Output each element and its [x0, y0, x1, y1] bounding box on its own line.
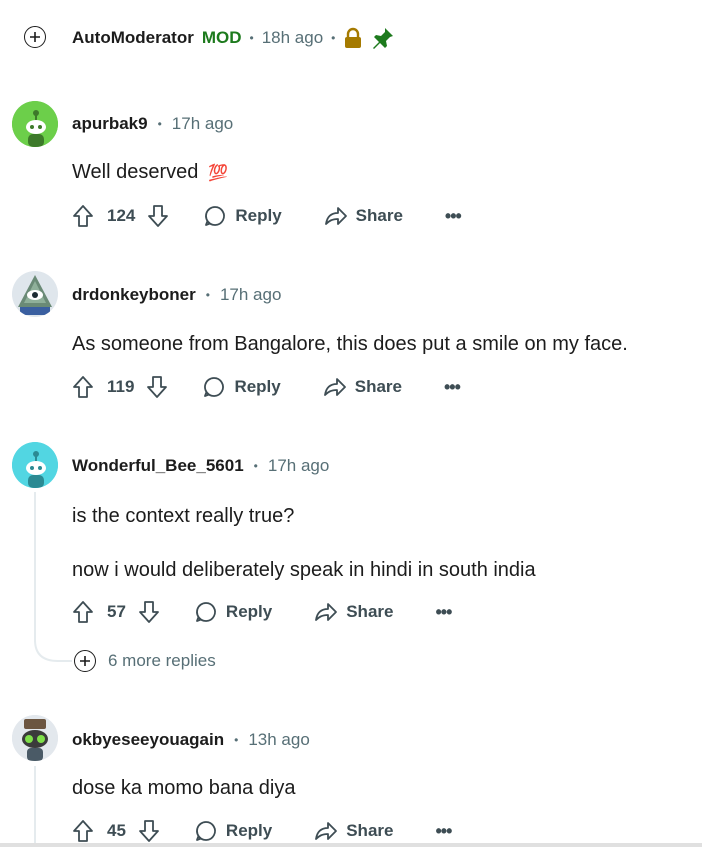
avatar[interactable] [12, 101, 58, 147]
reply-icon [204, 377, 225, 397]
comment-author[interactable]: Wonderful_Bee_5601 [72, 456, 244, 476]
avatar[interactable] [12, 442, 58, 488]
comment-author[interactable]: apurbak9 [72, 114, 148, 134]
more-replies-label: 6 more replies [108, 651, 216, 670]
eye-pyramid-avatar-icon [12, 271, 58, 317]
automod-header: AutoModerator MOD • 18h ago • [72, 26, 395, 50]
reply-button[interactable]: Reply [194, 600, 272, 624]
vote-count: 124 [107, 206, 136, 225]
comment-header: Wonderful_Bee_5601 • 17h ago [72, 456, 330, 476]
more-replies-button[interactable]: 6 more replies [74, 650, 216, 672]
comment-body: dose ka momo bana diya [72, 777, 296, 799]
expand-comment-button[interactable] [24, 26, 46, 48]
comment-body-line: is the context really true? [72, 505, 295, 527]
comment-time: 17h ago [171, 114, 234, 133]
vote-count: 119 [107, 377, 135, 396]
downvote-icon[interactable] [147, 204, 169, 228]
comment-actions: 57 Reply Share ••• [72, 600, 452, 624]
more-options-icon[interactable]: ••• [435, 602, 452, 623]
comment-author[interactable]: okbyeseeyouagain [72, 730, 224, 750]
comment-header: okbyeseeyouagain • 13h ago [72, 730, 310, 750]
reply-icon [196, 821, 216, 841]
share-button[interactable]: Share [314, 820, 393, 842]
comment-header: apurbak9 • 17h ago [72, 114, 234, 134]
cyan-snoo-avatar-icon [12, 442, 58, 488]
expand-replies-icon [74, 650, 96, 672]
comment-header: drdonkeyboner • 17h ago [72, 285, 282, 305]
vote-count: 45 [107, 821, 126, 840]
bottom-divider [0, 843, 702, 847]
downvote-icon[interactable] [146, 375, 168, 399]
pin-icon [373, 28, 394, 49]
comment-time: 13h ago [248, 730, 310, 749]
upvote-icon[interactable] [72, 600, 94, 624]
plus-icon [80, 656, 90, 666]
share-button[interactable]: Share [323, 376, 402, 398]
share-button[interactable]: Share [324, 205, 403, 227]
thread-curve [34, 640, 72, 662]
share-icon [324, 207, 347, 225]
comment-body: Well deserved 💯 [72, 161, 229, 183]
upvote-icon[interactable] [72, 819, 94, 843]
upvote-icon[interactable] [72, 204, 94, 228]
avatar[interactable] [12, 715, 58, 761]
reply-icon [196, 602, 216, 622]
snoo-goggles-avatar-icon [12, 715, 58, 761]
automod-author[interactable]: AutoModerator [72, 28, 194, 48]
plus-icon [30, 32, 40, 42]
comment-actions: 124 Reply Share ••• [72, 204, 462, 228]
more-options-icon[interactable]: ••• [435, 821, 452, 842]
share-icon [323, 378, 346, 396]
reply-button[interactable]: Reply [203, 204, 282, 228]
vote-count: 57 [107, 602, 126, 621]
reply-button[interactable]: Reply [194, 819, 272, 843]
comment-time: 17h ago [219, 285, 282, 304]
downvote-icon[interactable] [138, 819, 160, 843]
avatar[interactable] [12, 271, 58, 317]
lock-icon [345, 27, 362, 48]
downvote-icon[interactable] [138, 600, 160, 624]
reply-button[interactable]: Reply [202, 375, 281, 399]
comment-time: 17h ago [267, 456, 330, 475]
comment-actions: 45 Reply Share ••• [72, 819, 452, 843]
more-options-icon[interactable]: ••• [445, 206, 462, 227]
comment-actions: 119 Reply Share ••• [72, 375, 461, 399]
reply-icon [205, 206, 226, 226]
more-options-icon[interactable]: ••• [444, 377, 461, 398]
share-icon [315, 822, 338, 840]
share-icon [315, 603, 338, 621]
mod-badge: MOD [201, 28, 242, 47]
share-button[interactable]: Share [314, 601, 393, 623]
upvote-icon[interactable] [72, 375, 94, 399]
comment-body-line: now i would deliberately speak in hindi … [72, 559, 536, 581]
green-snoo-avatar-icon [12, 101, 58, 147]
comment-author[interactable]: drdonkeyboner [72, 285, 196, 305]
comment-body: As someone from Bangalore, this does put… [72, 333, 628, 355]
thread-line[interactable] [34, 492, 36, 642]
automod-time: 18h ago [261, 28, 324, 47]
thread-line[interactable] [34, 766, 36, 847]
hundred-emoji: 💯 [208, 164, 229, 182]
